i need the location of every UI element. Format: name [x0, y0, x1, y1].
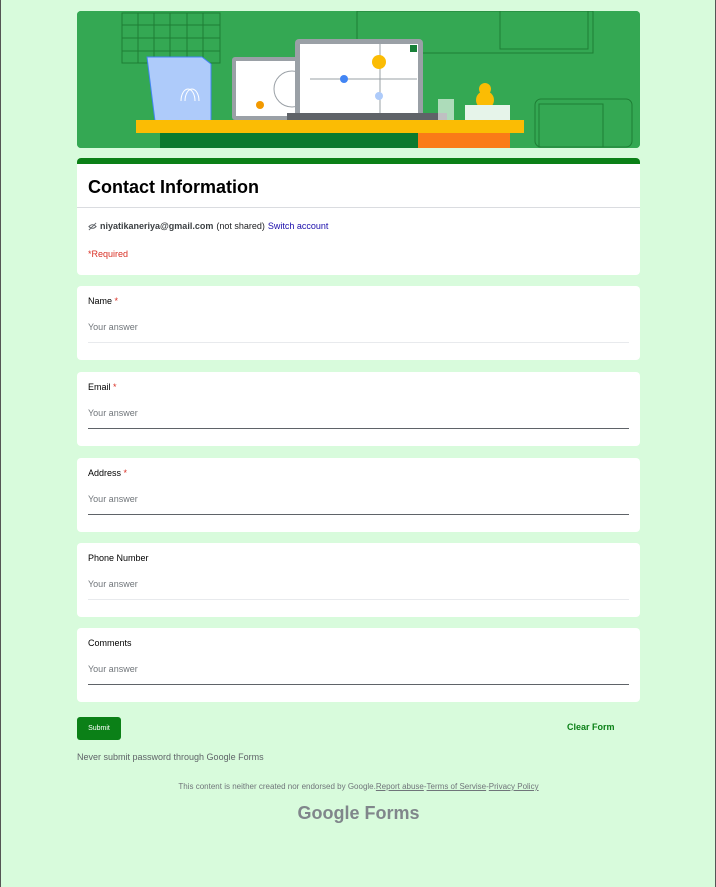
- not-shared-label: (not shared): [216, 221, 265, 231]
- password-warning: Never submit password through Google For…: [77, 752, 264, 762]
- disclaimer-text: This content is neither created nor endo…: [178, 782, 376, 791]
- report-abuse-link[interactable]: Report abuse: [376, 782, 424, 791]
- form-title: Contact Information: [88, 177, 259, 197]
- required-note: *Required: [88, 249, 129, 259]
- clear-form-button[interactable]: Clear Form: [567, 722, 615, 732]
- question-label: Comments: [88, 638, 132, 648]
- question-label: Address *: [88, 468, 128, 478]
- phone-input[interactable]: Your answer: [88, 575, 629, 600]
- account-email: niyatikaneriya@gmail.com: [100, 221, 214, 231]
- header-banner: [77, 11, 640, 148]
- question-email: Email * Your answer: [77, 372, 640, 446]
- question-label: Name *: [88, 296, 119, 306]
- eye-slash-icon: [88, 222, 97, 230]
- question-label: Phone Number: [88, 553, 149, 563]
- form-header-card: Contact Information niyatikaneriya@gmail…: [77, 158, 640, 275]
- required-star: *: [114, 296, 119, 306]
- required-star: *: [123, 468, 128, 478]
- email-input[interactable]: Your answer: [88, 404, 629, 429]
- comments-input[interactable]: Your answer: [88, 660, 629, 685]
- question-name: Name * Your answer: [77, 286, 640, 360]
- question-comments: Comments Your answer: [77, 628, 640, 702]
- switch-account-link[interactable]: Switch account: [268, 221, 329, 231]
- google-forms-logo[interactable]: Google Forms: [77, 803, 640, 824]
- name-input[interactable]: Your answer: [88, 318, 629, 343]
- question-address: Address * Your answer: [77, 458, 640, 532]
- question-phone: Phone Number Your answer: [77, 543, 640, 617]
- address-input[interactable]: Your answer: [88, 490, 629, 515]
- footer-disclaimer: This content is neither created nor endo…: [77, 782, 640, 791]
- submit-button[interactable]: Submit: [77, 717, 121, 740]
- terms-link[interactable]: Terms of Servise: [427, 782, 487, 791]
- banner-illustration: [77, 11, 640, 148]
- account-row: niyatikaneriya@gmail.com (not shared) Sw…: [77, 208, 640, 231]
- required-star: *: [113, 382, 117, 392]
- privacy-link[interactable]: Privacy Policy: [489, 782, 539, 791]
- question-label: Email *: [88, 382, 117, 392]
